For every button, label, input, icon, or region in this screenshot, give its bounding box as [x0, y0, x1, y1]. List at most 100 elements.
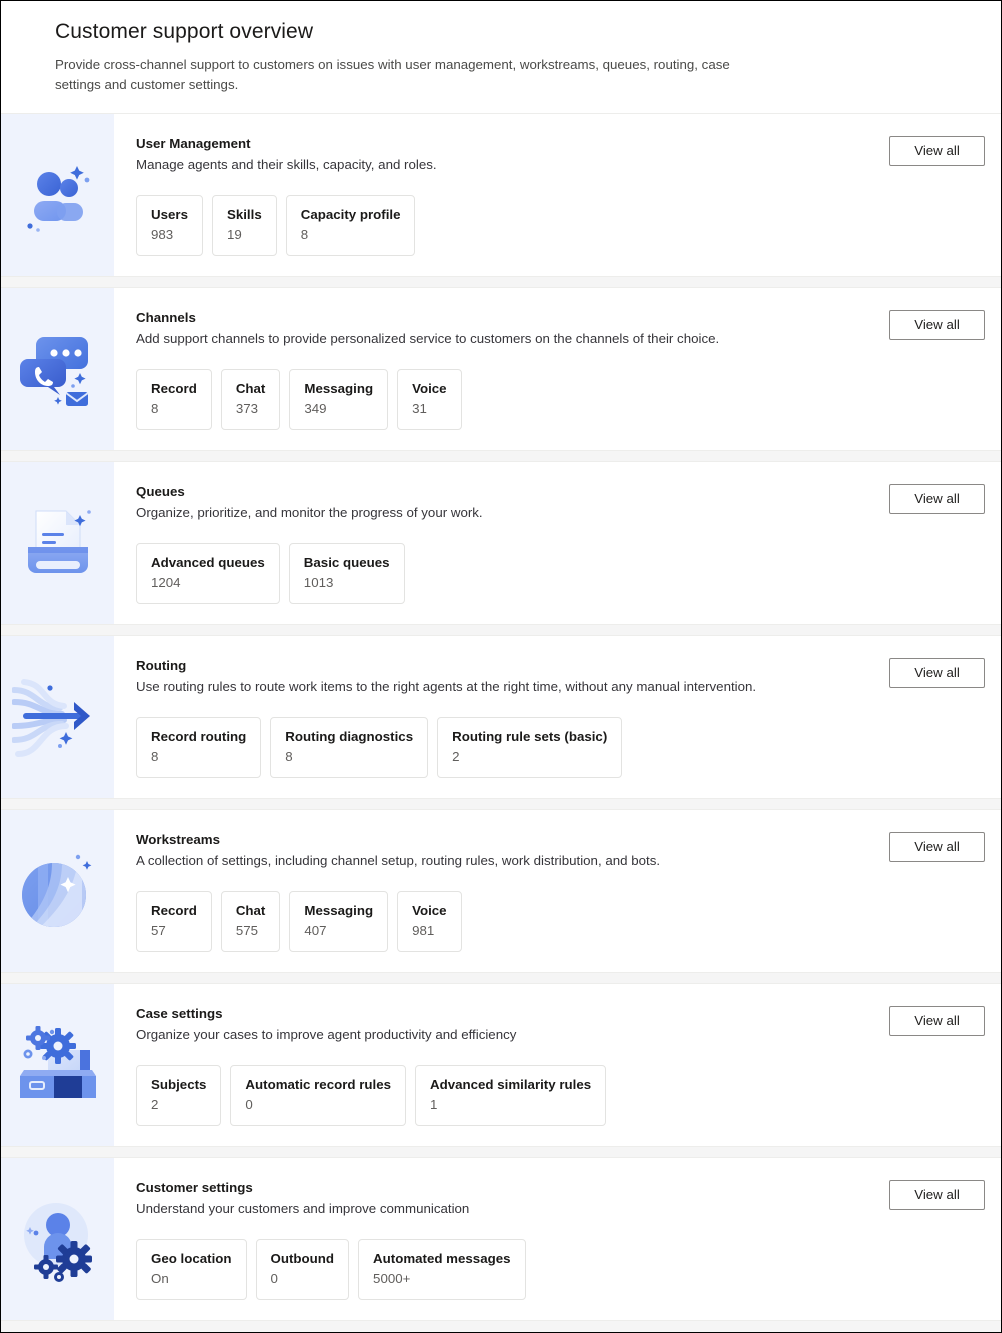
stat-chip[interactable]: Record 57 — [136, 891, 212, 952]
card-body: Case settings Organize your cases to imp… — [114, 984, 1001, 1146]
view-all-button[interactable]: View all — [889, 1006, 985, 1036]
stat-chip-label: Geo location — [151, 1251, 232, 1266]
sphere-streams-icon-svg — [21, 854, 91, 927]
card-illustration-panel — [1, 810, 114, 972]
view-all-button[interactable]: View all — [889, 658, 985, 688]
overview-card: Customer settings Understand your custom… — [1, 1157, 1001, 1321]
stat-chip[interactable]: Automated messages 5000+ — [358, 1239, 526, 1300]
stat-chip-label: Automatic record rules — [245, 1077, 391, 1092]
stat-chip[interactable]: Basic queues 1013 — [288, 543, 405, 604]
stat-chip-label: Record — [151, 903, 197, 918]
card-header: User Management Manage agents and their … — [136, 134, 985, 175]
card-header: Queues Organize, prioritize, and monitor… — [136, 482, 985, 523]
stat-chip-value: 5000+ — [373, 1271, 411, 1286]
card-header-text: User Management Manage agents and their … — [136, 134, 889, 175]
stat-chip-label: Subjects — [151, 1077, 207, 1092]
stat-chip[interactable]: Messaging 407 — [289, 891, 389, 952]
stat-chip[interactable]: Users 983 — [136, 195, 203, 256]
card-header-text: Channels Add support channels to provide… — [136, 308, 889, 349]
overview-card: Routing Use routing rules to route work … — [1, 635, 1001, 799]
stat-chip-row: Advanced queues 1204 Basic queues 1013 — [136, 543, 985, 604]
view-all-button[interactable]: View all — [889, 310, 985, 340]
stat-chip[interactable]: Voice 981 — [397, 891, 462, 952]
stat-chip[interactable]: Voice 31 — [397, 369, 462, 430]
stat-chip[interactable]: Capacity profile 8 — [285, 195, 416, 256]
document-tray-icon-svg — [27, 510, 91, 573]
stat-chip-label: Automated messages — [373, 1251, 511, 1266]
stat-chip-label: Advanced similarity rules — [430, 1077, 592, 1092]
overview-card-list: User Management Manage agents and their … — [1, 113, 1001, 1321]
stat-chip-label: Voice — [412, 903, 447, 918]
stat-chip[interactable]: Routing diagnostics 8 — [270, 717, 429, 778]
stat-chip-label: Routing diagnostics — [285, 729, 414, 744]
stat-chip-value: 407 — [304, 923, 327, 938]
stat-chip[interactable]: Record routing 8 — [136, 717, 262, 778]
card-body: Workstreams A collection of settings, in… — [114, 810, 1001, 972]
toolbox-gears-icon — [14, 1024, 102, 1106]
stat-chip[interactable]: Outbound 0 — [255, 1239, 350, 1300]
stat-chip[interactable]: Routing rule sets (basic) 2 — [437, 717, 623, 778]
view-all-button[interactable]: View all — [889, 832, 985, 862]
stat-chip-value: 373 — [235, 401, 258, 416]
stat-chip-value: 1013 — [303, 575, 334, 590]
stat-chip-label: Routing rule sets (basic) — [452, 729, 608, 744]
stat-chip-label: Messaging — [304, 903, 374, 918]
stat-chip-value: 2 — [452, 749, 460, 764]
stat-chip[interactable]: Automatic record rules 0 — [230, 1065, 406, 1126]
stat-chip[interactable]: Chat 373 — [220, 369, 281, 430]
card-illustration-panel — [1, 462, 114, 624]
card-header-text: Queues Organize, prioritize, and monitor… — [136, 482, 889, 523]
card-body: User Management Manage agents and their … — [114, 114, 1001, 276]
people-group-icon-svg — [26, 166, 89, 232]
stat-chip[interactable]: Subjects 2 — [136, 1065, 222, 1126]
stat-chip[interactable]: Advanced similarity rules 1 — [415, 1065, 607, 1126]
stat-chip-label: Chat — [235, 903, 266, 918]
page-subtitle: Provide cross-channel support to custome… — [55, 57, 730, 92]
stat-chip[interactable]: Skills 19 — [211, 195, 277, 256]
stat-chip-value: 8 — [151, 749, 159, 764]
stat-chip-value: 2 — [151, 1097, 159, 1112]
person-gears-icon — [14, 1195, 102, 1283]
view-all-button[interactable]: View all — [889, 484, 985, 514]
stat-chip-row: Record 57 Chat 575 Messaging 407 Voice 9… — [136, 891, 985, 952]
stat-chip[interactable]: Advanced queues 1204 — [136, 543, 280, 604]
stat-chip-value: 8 — [300, 227, 309, 242]
overview-card: User Management Manage agents and their … — [1, 113, 1001, 277]
stat-chip[interactable]: Messaging 349 — [289, 369, 389, 430]
arrow-flow-icon-svg — [11, 679, 90, 757]
overview-card: Channels Add support channels to provide… — [1, 287, 1001, 451]
view-all-button[interactable]: View all — [889, 1180, 985, 1210]
stat-chip-row: Record routing 8 Routing diagnostics 8 R… — [136, 717, 985, 778]
people-group-icon — [19, 156, 97, 234]
stat-chip-value: 0 — [245, 1097, 253, 1112]
card-illustration-panel — [1, 984, 114, 1146]
stat-chip-row: Subjects 2 Automatic record rules 0 Adva… — [136, 1065, 985, 1126]
card-title: Case settings — [136, 1006, 223, 1021]
stat-chip-label: Outbound — [270, 1251, 335, 1266]
stat-chip-label: Voice — [412, 381, 447, 396]
stat-chip[interactable]: Geo location On — [136, 1239, 247, 1300]
card-title: User Management — [136, 136, 251, 151]
view-all-button[interactable]: View all — [889, 136, 985, 166]
stat-chip[interactable]: Chat 575 — [220, 891, 281, 952]
stat-chip-value: 8 — [151, 401, 159, 416]
stat-chip-value: 0 — [270, 1271, 278, 1286]
stat-chip-row: Users 983 Skills 19 Capacity profile 8 — [136, 195, 985, 256]
toolbox-gears-icon-svg — [19, 1026, 96, 1098]
card-body: Queues Organize, prioritize, and monitor… — [114, 462, 1001, 624]
page-header: Customer support overview Provide cross-… — [1, 1, 1001, 113]
card-body: Customer settings Understand your custom… — [114, 1158, 1001, 1320]
document-tray-icon — [18, 503, 98, 583]
card-header-text: Case settings Organize your cases to imp… — [136, 1004, 889, 1045]
overview-card: Queues Organize, prioritize, and monitor… — [1, 461, 1001, 625]
stat-chip[interactable]: Record 8 — [136, 369, 212, 430]
card-header: Customer settings Understand your custom… — [136, 1178, 985, 1219]
card-illustration-panel — [1, 1158, 114, 1320]
card-body: Routing Use routing rules to route work … — [114, 636, 1001, 798]
card-header: Workstreams A collection of settings, in… — [136, 830, 985, 871]
customer-support-overview-page: Customer support overview Provide cross-… — [0, 0, 1002, 1333]
stat-chip-value: 1 — [430, 1097, 438, 1112]
stat-chip-value: 19 — [226, 227, 242, 242]
stat-chip-value: 349 — [304, 401, 327, 416]
sphere-streams-icon — [18, 849, 98, 933]
